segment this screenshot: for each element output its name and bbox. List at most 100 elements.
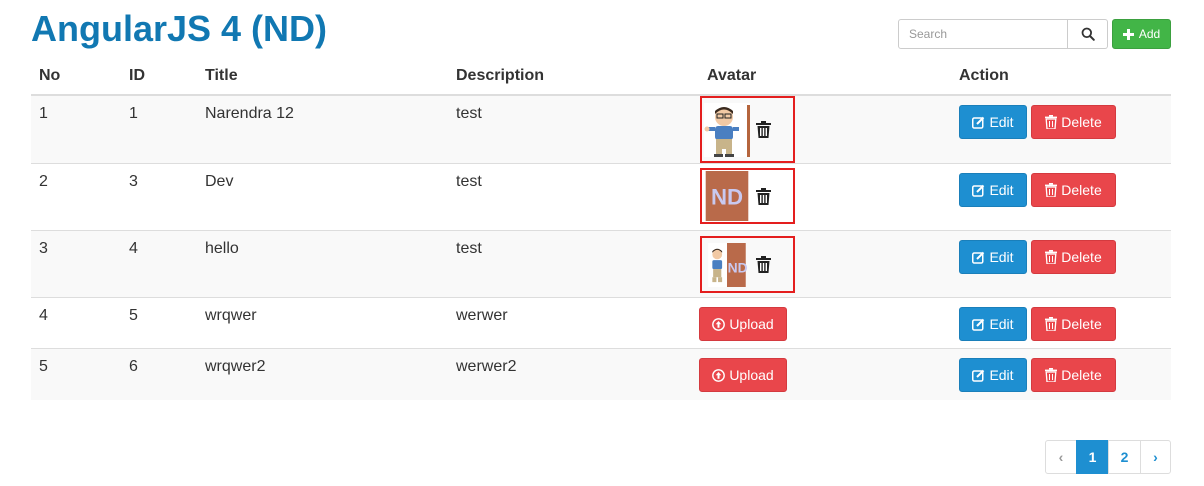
- edit-button[interactable]: Edit: [959, 307, 1027, 341]
- cell-actions: Edit Delete: [951, 297, 1171, 349]
- cell-id: 5: [121, 297, 197, 349]
- edit-button-label: Edit: [989, 182, 1014, 198]
- pagination: ‹ 1 2 ›: [1045, 440, 1171, 474]
- trash-icon: [756, 256, 771, 273]
- avatar-logo-text: ND: [711, 184, 743, 209]
- cell-description: test: [448, 230, 699, 298]
- edit-icon: [972, 369, 985, 382]
- search-input[interactable]: [898, 19, 1068, 49]
- plus-icon: [1122, 28, 1134, 40]
- edit-button-label: Edit: [989, 249, 1014, 265]
- delete-button[interactable]: Delete: [1031, 105, 1116, 139]
- cell-no: 4: [31, 297, 121, 349]
- cell-id: 4: [121, 230, 197, 298]
- cell-avatar: [699, 94, 951, 164]
- trash-icon: [756, 187, 771, 205]
- cell-title: Dev: [197, 163, 448, 231]
- trash-icon: [1045, 368, 1058, 382]
- page-title: AngularJS 4 (ND): [31, 8, 328, 49]
- cell-actions: Edit Delete: [951, 230, 1171, 298]
- pagination-page-1[interactable]: 1: [1076, 440, 1109, 474]
- delete-button-label: Delete: [1061, 367, 1102, 383]
- column-header-id: ID: [121, 57, 197, 96]
- edit-button-label: Edit: [989, 367, 1014, 383]
- delete-button[interactable]: Delete: [1031, 173, 1116, 207]
- cell-no: 3: [31, 230, 121, 298]
- cell-no: 1: [31, 94, 121, 164]
- avatar-frame: ND: [700, 236, 795, 293]
- cell-avatar: Upload: [699, 348, 951, 400]
- trash-icon: [756, 121, 771, 138]
- cell-actions: Edit Delete: [951, 163, 1171, 231]
- table-row: 4 5 wrqwer werwer Upload Edit Delete: [31, 297, 1171, 349]
- remove-avatar-button[interactable]: [756, 256, 771, 273]
- cell-description: test: [448, 163, 699, 231]
- trash-icon: [1045, 183, 1058, 197]
- table-row: 5 6 wrqwer2 werwer2 Upload Edit Delete: [31, 348, 1171, 400]
- trash-icon: [1045, 317, 1058, 331]
- table-row: 1 1 Narendra 12 test Edit Delete: [31, 94, 1171, 164]
- cell-description: test: [448, 94, 699, 164]
- records-table: No ID Title Description Avatar Action 1 …: [31, 57, 1171, 400]
- edit-button[interactable]: Edit: [959, 105, 1027, 139]
- upload-circle-icon: [712, 317, 726, 331]
- edit-icon: [972, 116, 985, 129]
- pagination-prev[interactable]: ‹: [1045, 440, 1077, 474]
- cell-title: wrqwer: [197, 297, 448, 349]
- edit-button-label: Edit: [989, 114, 1014, 130]
- table-header-row: No ID Title Description Avatar Action: [31, 57, 1171, 96]
- avatar-image: ND: [708, 242, 748, 287]
- upload-button[interactable]: Upload: [699, 358, 787, 392]
- add-button-label: Add: [1138, 27, 1161, 41]
- cell-actions: Edit Delete: [951, 348, 1171, 400]
- column-header-no: No: [31, 57, 121, 96]
- pagination-next[interactable]: ›: [1140, 440, 1171, 474]
- delete-button[interactable]: Delete: [1031, 307, 1116, 341]
- delete-button[interactable]: Delete: [1031, 240, 1116, 274]
- column-header-action: Action: [951, 57, 1171, 96]
- avatar-logo-text: ND: [728, 259, 748, 275]
- cell-title: hello: [197, 230, 448, 298]
- edit-button-label: Edit: [989, 316, 1014, 332]
- delete-button-label: Delete: [1061, 316, 1102, 332]
- upload-button[interactable]: Upload: [699, 307, 787, 341]
- cell-no: 2: [31, 163, 121, 231]
- delete-button-label: Delete: [1061, 114, 1102, 130]
- trash-icon: [1045, 115, 1058, 129]
- avatar-image: [704, 102, 750, 157]
- table-row: 2 3 Dev test ND Edit Delete: [31, 163, 1171, 231]
- remove-avatar-button[interactable]: [756, 187, 771, 205]
- cell-id: 1: [121, 94, 197, 164]
- cell-id: 6: [121, 348, 197, 400]
- cell-actions: Edit Delete: [951, 94, 1171, 164]
- cell-title: Narendra 12: [197, 94, 448, 164]
- column-header-description: Description: [448, 57, 699, 96]
- cell-description: werwer2: [448, 348, 699, 400]
- trash-icon: [1045, 250, 1058, 264]
- cell-id: 3: [121, 163, 197, 231]
- edit-button[interactable]: Edit: [959, 358, 1027, 392]
- delete-button[interactable]: Delete: [1031, 358, 1116, 392]
- pagination-page-2[interactable]: 2: [1108, 440, 1141, 474]
- upload-circle-icon: [712, 368, 726, 382]
- remove-avatar-button[interactable]: [756, 121, 771, 138]
- avatar-frame: [700, 96, 795, 163]
- avatar-image: ND: [705, 171, 749, 221]
- cell-description: werwer: [448, 297, 699, 349]
- upload-button-label: Upload: [729, 316, 774, 332]
- upload-button-label: Upload: [729, 367, 774, 383]
- table-row: 3 4 hello test ND Edit Delete: [31, 230, 1171, 298]
- edit-icon: [972, 251, 985, 264]
- delete-button-label: Delete: [1061, 182, 1102, 198]
- search-group: [898, 19, 1108, 49]
- edit-button[interactable]: Edit: [959, 173, 1027, 207]
- edit-icon: [972, 184, 985, 197]
- add-button[interactable]: Add: [1112, 19, 1171, 49]
- cell-avatar: ND: [699, 230, 951, 298]
- edit-button[interactable]: Edit: [959, 240, 1027, 274]
- cell-no: 5: [31, 348, 121, 400]
- edit-icon: [972, 318, 985, 331]
- search-button[interactable]: [1068, 19, 1108, 49]
- delete-button-label: Delete: [1061, 249, 1102, 265]
- cell-avatar: ND: [699, 163, 951, 231]
